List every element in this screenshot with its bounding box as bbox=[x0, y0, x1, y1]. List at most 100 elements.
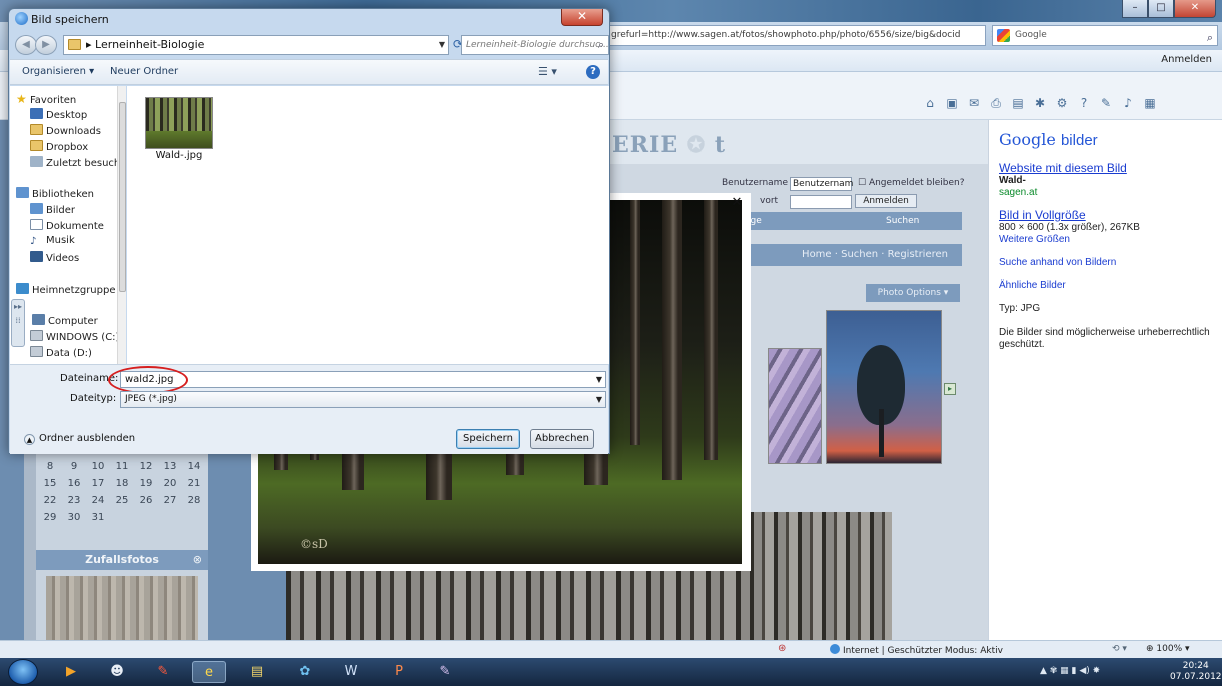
site-login-button[interactable]: Anmelden bbox=[855, 194, 917, 208]
nav-favorites[interactable]: ★ Favoriten bbox=[16, 92, 76, 106]
calendar-day[interactable]: 12 bbox=[134, 458, 158, 475]
calendar-day[interactable]: 18 bbox=[110, 475, 134, 492]
nav-music[interactable]: ♪ Musik bbox=[30, 235, 75, 247]
thumbnail-poplar[interactable] bbox=[826, 310, 942, 464]
chevron-down-icon[interactable]: ▼ bbox=[596, 392, 602, 407]
system-tray[interactable]: ▲ ✾ ▦ ▮ ◀) ✸ bbox=[1040, 666, 1100, 676]
website-link[interactable]: Website mit diesem Bild bbox=[999, 161, 1222, 175]
browser-close-button[interactable]: ✕ bbox=[1174, 0, 1216, 18]
forest-photo-thumbnail[interactable] bbox=[750, 512, 892, 640]
chevron-down-icon[interactable]: ▼ bbox=[439, 36, 445, 54]
scrollbar-thumb[interactable] bbox=[119, 102, 126, 292]
research-icon[interactable]: ✎ bbox=[1098, 96, 1114, 110]
calendar-day[interactable]: 20 bbox=[158, 475, 182, 492]
more-sizes-link[interactable]: Weitere Größen bbox=[999, 234, 1222, 245]
nav-search[interactable]: Suchen bbox=[886, 212, 919, 230]
paint-icon[interactable]: ✎ bbox=[428, 661, 462, 683]
nav-downloads[interactable]: Downloads bbox=[30, 124, 101, 137]
mail-icon[interactable]: ✉ bbox=[966, 96, 982, 110]
nav-computer[interactable]: Computer bbox=[32, 314, 98, 327]
start-button[interactable] bbox=[8, 659, 38, 685]
nav-documents[interactable]: Dokumente bbox=[30, 219, 104, 232]
file-name-label[interactable]: Wald-.jpg bbox=[145, 150, 213, 161]
calendar-day[interactable]: 21 bbox=[182, 475, 206, 492]
zoom-control[interactable]: ⊕ 100% ▾ bbox=[1146, 644, 1190, 654]
hide-folders-toggle[interactable]: ▲ Ordner ausblenden bbox=[24, 433, 135, 445]
address-bar[interactable]: grefurl=http://www.sagen.at/fotos/showph… bbox=[606, 25, 986, 46]
calendar-day[interactable]: 9 bbox=[62, 458, 86, 475]
media-player-icon[interactable]: ▶ bbox=[54, 661, 88, 683]
calendar-day[interactable]: 8 bbox=[38, 458, 62, 475]
expand-icon[interactable]: ▸ bbox=[944, 383, 956, 395]
blog-icon[interactable]: ▦ bbox=[1142, 96, 1158, 110]
signin-link[interactable]: Anmelden bbox=[1161, 54, 1212, 65]
powerpoint-icon[interactable]: P bbox=[382, 661, 416, 683]
folder-search-input[interactable]: Lerneinheit-Biologie durchsuc... ⌕ bbox=[461, 35, 609, 55]
collapse-icon[interactable]: ⊗ bbox=[193, 550, 202, 570]
page-icon[interactable]: ▤ bbox=[1010, 96, 1026, 110]
search-by-image-link[interactable]: Suche anhand von Bildern bbox=[999, 257, 1222, 268]
calendar-day[interactable]: 10 bbox=[86, 458, 110, 475]
nav-pictures[interactable]: Bilder bbox=[30, 203, 75, 216]
calendar-day[interactable]: 27 bbox=[158, 492, 182, 509]
nav-dropbox[interactable]: Dropbox bbox=[30, 140, 88, 153]
breadcrumb[interactable]: ▸ Lerneinheit-Biologie ▼ bbox=[63, 35, 449, 55]
nav-libraries[interactable]: Bibliotheken bbox=[16, 187, 94, 200]
calendar-day[interactable]: 23 bbox=[62, 492, 86, 509]
internet-explorer-taskbar-icon[interactable]: e bbox=[192, 661, 226, 683]
tools-icon[interactable]: ⚙ bbox=[1054, 96, 1070, 110]
word-icon[interactable]: W bbox=[334, 661, 368, 683]
calendar-day[interactable]: 30 bbox=[62, 509, 86, 526]
nav-homegroup[interactable]: Heimnetzgruppe bbox=[16, 283, 116, 296]
new-folder-button[interactable]: Neuer Ordner bbox=[110, 66, 178, 77]
fullsize-link[interactable]: Bild in Vollgröße bbox=[999, 208, 1222, 222]
print-icon[interactable]: ⎙ bbox=[988, 96, 1004, 110]
calendar-day[interactable]: 19 bbox=[134, 475, 158, 492]
navigation-scrollbar[interactable] bbox=[117, 86, 126, 364]
browser-search-box[interactable]: Google ⌕ bbox=[992, 25, 1218, 46]
thumbnail-blossom[interactable] bbox=[768, 348, 822, 464]
help-icon[interactable]: ? bbox=[586, 65, 600, 79]
organize-menu[interactable]: Organisieren ▾ bbox=[22, 66, 94, 77]
filetype-select[interactable]: JPEG (*.jpg) ▼ bbox=[120, 391, 606, 408]
dialog-close-button[interactable]: ✕ bbox=[561, 9, 603, 26]
safety-icon[interactable]: ✱ bbox=[1032, 96, 1048, 110]
minimize-button[interactable]: – bbox=[1122, 0, 1148, 18]
feeds-icon[interactable]: ▣ bbox=[944, 96, 960, 110]
calendar-day[interactable]: 22 bbox=[38, 492, 62, 509]
gallery-icon[interactable]: ✿ bbox=[288, 661, 322, 683]
addon-icon[interactable]: ♪ bbox=[1120, 96, 1136, 110]
security-zone[interactable]: Internet | Geschützter Modus: Aktiv bbox=[830, 644, 1003, 656]
view-options-icon[interactable]: ☰ ▾ bbox=[538, 65, 557, 78]
clock[interactable]: 20:24 07.07.2012 bbox=[1170, 661, 1222, 683]
password-field[interactable] bbox=[790, 195, 852, 209]
lightbox-close-icon[interactable]: ✕ bbox=[730, 196, 744, 210]
calendar-day[interactable]: 31 bbox=[86, 509, 110, 526]
nav-desktop[interactable]: Desktop bbox=[30, 108, 87, 121]
search-icon[interactable]: ⌕ bbox=[1207, 28, 1213, 47]
nav-drive-d[interactable]: Data (D:) bbox=[30, 346, 92, 359]
nav-recent[interactable]: Zuletzt besucht bbox=[30, 156, 124, 169]
help-icon[interactable]: ? bbox=[1076, 96, 1092, 110]
maximize-button[interactable]: □ bbox=[1148, 0, 1174, 18]
calendar-day[interactable]: 17 bbox=[86, 475, 110, 492]
calendar-day[interactable]: 11 bbox=[110, 458, 134, 475]
filename-input[interactable]: wald2.jpg ▼ bbox=[120, 371, 606, 388]
back-button[interactable]: ◀ bbox=[15, 35, 37, 55]
remember-checkbox[interactable]: ☐ Angemeldet bleiben? bbox=[858, 178, 968, 188]
calendar-day[interactable]: 14 bbox=[182, 458, 206, 475]
explorer-folder-icon[interactable]: ▤ bbox=[240, 661, 274, 683]
forward-button[interactable]: ▶ bbox=[35, 35, 57, 55]
nav-drive-c[interactable]: WINDOWS (C:) bbox=[30, 330, 119, 343]
protected-mode-icon[interactable]: ⟲ ▾ bbox=[1112, 644, 1127, 654]
calendar-day[interactable]: 13 bbox=[158, 458, 182, 475]
site-main-nav[interactable]: Home · Suchen · Registrieren bbox=[740, 244, 962, 266]
search-icon[interactable]: ⌕ bbox=[598, 36, 604, 54]
random-photo[interactable] bbox=[46, 576, 198, 640]
home-icon[interactable]: ⌂ bbox=[922, 96, 938, 110]
breadcrumb-folder[interactable]: Lerneinheit-Biologie bbox=[95, 38, 204, 51]
pane-expander-handle[interactable]: ▸▸ ⁞⁞ bbox=[11, 299, 25, 347]
calendar-day[interactable]: 26 bbox=[134, 492, 158, 509]
similar-images-link[interactable]: Ähnliche Bilder bbox=[999, 280, 1222, 291]
calendar-day[interactable]: 25 bbox=[110, 492, 134, 509]
